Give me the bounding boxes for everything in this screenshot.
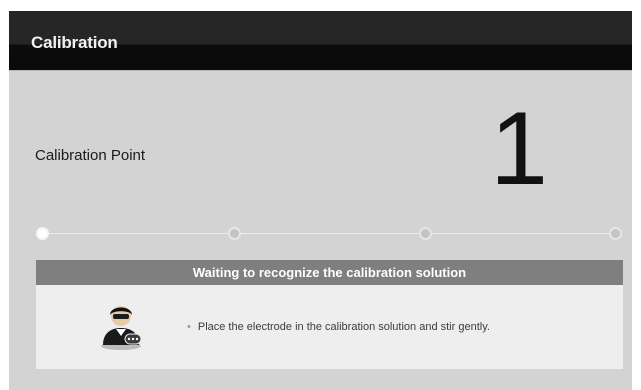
operator-avatar-icon — [101, 306, 142, 350]
status-panel: Waiting to recognize the calibration sol… — [36, 260, 623, 369]
status-header: Waiting to recognize the calibration sol… — [36, 260, 623, 285]
page-title: Calibration — [31, 33, 118, 52]
title-bar: Calibration — [9, 11, 632, 71]
instruction-label: Place the electrode in the calibration s… — [197, 321, 490, 333]
progress-track — [43, 233, 615, 234]
step-indicator-4 — [609, 227, 622, 240]
calibration-point-label: Calibration Point — [35, 147, 146, 164]
step-indicator-3 — [419, 227, 432, 240]
status-body: • Place the electrode in the calibration … — [36, 285, 623, 369]
calibration-point-number: 1 — [490, 91, 548, 207]
calibration-screen: Calibration Calibration Point 1 Waiting … — [9, 11, 632, 390]
step-indicator-1 — [36, 227, 49, 240]
step-indicator-2 — [228, 227, 241, 240]
instruction-text: • Place the electrode in the calibration … — [187, 321, 490, 333]
instruction-bullet: • — [187, 321, 191, 333]
